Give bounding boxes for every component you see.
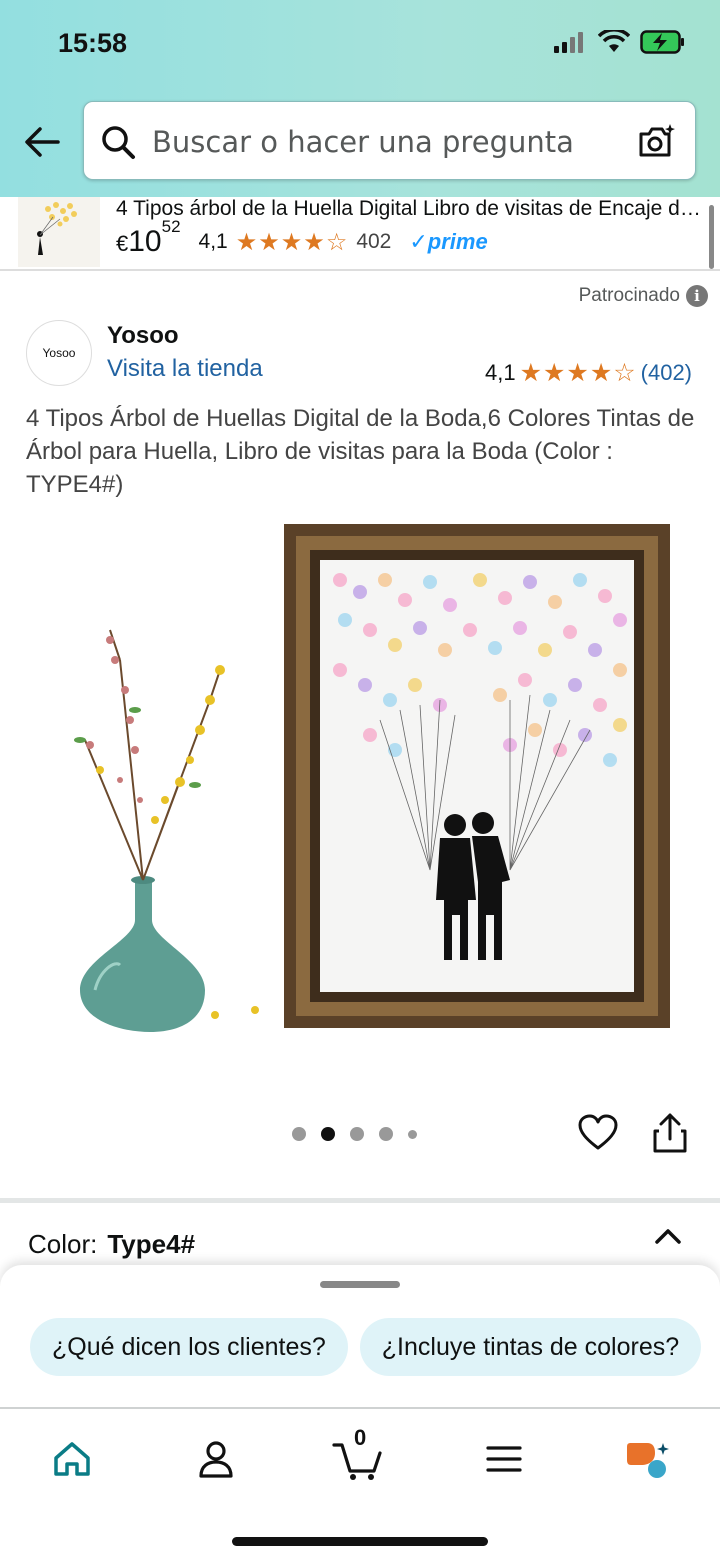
bottom-tab-bar: 0 (0, 1407, 720, 1557)
sticky-stars-icon: ★★★★☆ (235, 228, 349, 256)
sticky-rating: 4,1 (198, 230, 228, 253)
sponsored-text: Patrocinado (578, 285, 680, 306)
scrollbar[interactable] (709, 205, 714, 269)
sticky-review-count: 402 (356, 230, 392, 253)
product-title[interactable]: 4 Tipos Árbol de Huellas Digital de la B… (26, 402, 696, 501)
tab-rufus-assistant[interactable] (618, 1429, 678, 1489)
ad-review-count[interactable]: (402) (641, 360, 692, 386)
search-icon (102, 126, 135, 159)
tab-menu[interactable] (474, 1429, 534, 1489)
info-icon[interactable]: i (686, 285, 708, 307)
carousel-dot[interactable] (292, 1127, 306, 1141)
sticky-product-meta: €1052 4,1 ★★★★☆ 402 ✓prime (116, 217, 488, 259)
signal-icon (554, 32, 583, 53)
ad-rating-value: 4,1 (484, 360, 516, 385)
price: €1052 (116, 217, 181, 259)
suggestion-chips: ¿Qué dicen los clientes? ¿Incluye tintas… (30, 1318, 702, 1376)
chevron-up-icon (655, 1229, 681, 1244)
visit-store-link[interactable]: Visita la tienda (107, 355, 263, 383)
carousel-dot[interactable] (350, 1127, 364, 1141)
heart-icon (578, 1114, 618, 1150)
prime-badge: ✓prime (409, 229, 488, 254)
brand-logo[interactable]: Yosoo (26, 320, 92, 386)
wishlist-button[interactable] (578, 1114, 618, 1157)
price-currency: € (116, 231, 129, 256)
person-icon (199, 1441, 233, 1478)
cart-count: 0 (354, 1425, 367, 1450)
rufus-icon (627, 1443, 669, 1478)
variation-label: Color: (28, 1229, 98, 1259)
search-input[interactable] (152, 120, 622, 164)
app-header: 15:58 (0, 0, 720, 197)
suggestion-sheet[interactable]: ¿Qué dicen los clientes? ¿Incluye tintas… (0, 1265, 720, 1409)
home-indicator (232, 1537, 488, 1546)
search-box[interactable] (83, 101, 696, 180)
suggestion-chip[interactable]: ¿Incluye tintas de colores? (359, 1318, 702, 1376)
carousel-dot[interactable] (408, 1129, 417, 1139)
price-whole: 10 (128, 225, 162, 258)
product-image[interactable] (40, 520, 690, 1040)
status-time: 15:58 (58, 28, 128, 58)
tab-account[interactable] (186, 1429, 246, 1489)
sponsored-label[interactable]: Patrocinado i (579, 285, 708, 307)
sticky-product-bar[interactable]: 4 Tipos árbol de la Huella Digital Libro… (0, 197, 720, 271)
battery-charging-icon (640, 30, 684, 54)
ad-rating[interactable]: 4,1 ★★★★☆ (402) (485, 358, 692, 388)
home-icon (54, 1442, 90, 1476)
brand-name[interactable]: Yosoo (107, 322, 179, 350)
ad-stars-icon: ★★★★☆ (519, 359, 637, 387)
status-icons (554, 30, 686, 54)
wifi-icon (598, 30, 630, 52)
back-arrow-icon (25, 127, 60, 157)
image-carousel-dots[interactable] (292, 1127, 417, 1141)
variation-toggle[interactable] (654, 1226, 682, 1251)
camera-icon[interactable] (637, 122, 677, 160)
sheet-grabber[interactable] (320, 1281, 400, 1288)
vase-illustration (74, 629, 259, 1032)
sticky-product-title[interactable]: 4 Tipos árbol de la Huella Digital Libro… (116, 197, 706, 221)
variation-selector[interactable]: Color: Type4# (28, 1229, 195, 1260)
price-fraction: 52 (161, 217, 181, 236)
tab-cart[interactable]: 0 (328, 1425, 388, 1489)
suggestion-chip[interactable]: ¿Qué dicen los clientes? (30, 1318, 348, 1376)
sticky-product-thumbnail (18, 197, 100, 267)
brand-logo-text: Yosoo (42, 346, 76, 360)
carousel-dot-active[interactable] (321, 1127, 335, 1141)
variation-value: Type4# (107, 1229, 196, 1259)
tab-home[interactable] (42, 1429, 102, 1489)
section-divider (0, 1198, 720, 1203)
framed-fingerprint-tree (284, 524, 670, 1028)
share-icon (653, 1113, 687, 1153)
carousel-dot[interactable] (379, 1127, 393, 1141)
menu-icon (486, 1446, 522, 1472)
back-button[interactable] (20, 120, 64, 164)
share-button[interactable] (651, 1112, 689, 1159)
